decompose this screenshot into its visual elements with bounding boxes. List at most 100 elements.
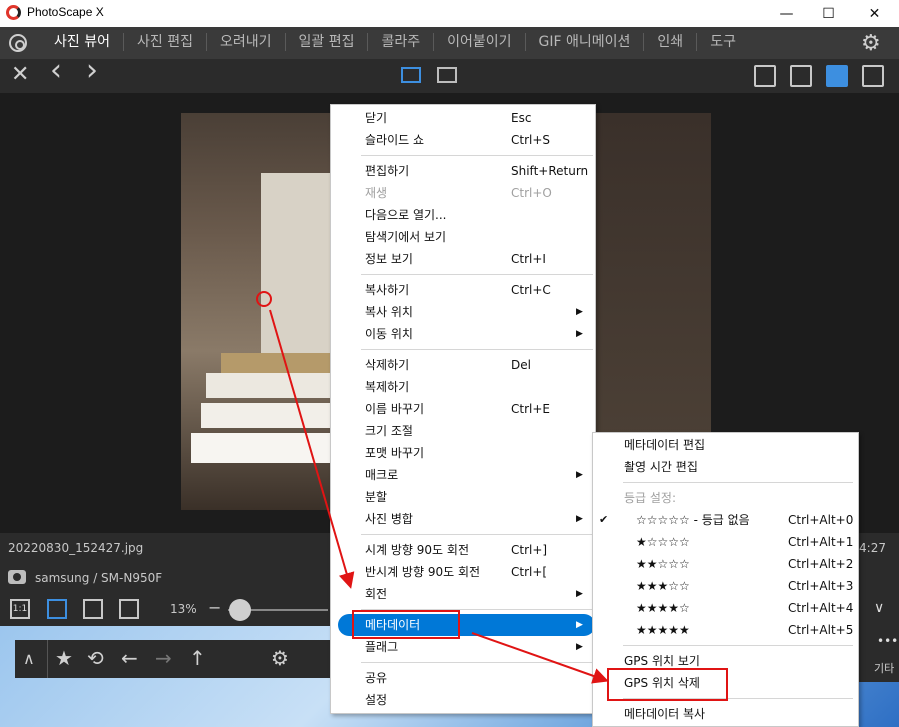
submenu-item-edit-metadata[interactable]: 메타데이터 편집 bbox=[593, 434, 858, 456]
menu-separator bbox=[361, 534, 593, 535]
chevron-down-icon[interactable]: ∨ bbox=[874, 600, 884, 616]
submenu-arrow-icon: ▶ bbox=[576, 589, 583, 599]
settings-gear-icon[interactable]: ⚙ bbox=[861, 31, 881, 56]
menu-item-rotate-ccw[interactable]: 반시계 방향 90도 회전 Ctrl+[ bbox=[331, 561, 595, 583]
submenu-item-rating-5[interactable]: ★★★★★ Ctrl+Alt+5 bbox=[593, 619, 858, 641]
menu-item-show-in-explorer[interactable]: 탐색기에서 보기 bbox=[331, 226, 595, 248]
tab-photo-editor[interactable]: 사진 편집 bbox=[124, 33, 207, 51]
more-icon[interactable]: ••• bbox=[877, 634, 898, 648]
menu-item-duplicate[interactable]: 복제하기 bbox=[331, 376, 595, 398]
annotation-box-metadata bbox=[352, 610, 460, 639]
submenu-item-rating-4[interactable]: ★★★★☆ Ctrl+Alt+4 bbox=[593, 597, 858, 619]
submenu-item-label: ★★☆☆☆ bbox=[636, 557, 690, 571]
submenu-item-edit-capture-time[interactable]: 촬영 시간 편집 bbox=[593, 456, 858, 478]
menu-separator bbox=[361, 349, 593, 350]
menu-item-label: 시계 방향 90도 회전 bbox=[365, 543, 469, 557]
search-icon[interactable] bbox=[9, 34, 27, 52]
camera-icon bbox=[8, 570, 26, 584]
menu-item-resize[interactable]: 크기 조절 bbox=[331, 420, 595, 442]
forward-arrow-icon[interactable]: → bbox=[155, 646, 172, 670]
menu-item-rotate[interactable]: 회전 ▶ bbox=[331, 583, 595, 605]
fit-width-icon[interactable] bbox=[83, 599, 103, 619]
submenu-item-label: 등급 설정: bbox=[624, 491, 677, 505]
menu-item-rotate-cw[interactable]: 시계 방향 90도 회전 Ctrl+] bbox=[331, 539, 595, 561]
menu-item-delete[interactable]: 삭제하기 Del bbox=[331, 354, 595, 376]
menu-item-label: 편집하기 bbox=[365, 164, 410, 178]
menu-item-shortcut: Esc bbox=[511, 111, 532, 125]
menu-item-share[interactable]: 공유 bbox=[331, 667, 595, 689]
back-arrow-icon[interactable]: ← bbox=[121, 646, 138, 670]
divider bbox=[47, 640, 48, 678]
other-label: 기타 bbox=[874, 662, 895, 675]
fit-window-icon[interactable] bbox=[47, 599, 67, 619]
menu-item-split[interactable]: 분할 bbox=[331, 486, 595, 508]
menu-item-open-with[interactable]: 다음으로 열기... bbox=[331, 204, 595, 226]
list-view-icon[interactable] bbox=[790, 65, 812, 87]
menu-item-shortcut: Ctrl+C bbox=[511, 283, 551, 297]
tab-combine[interactable]: 이어붙이기 bbox=[434, 33, 526, 51]
minimize-button[interactable]: — bbox=[764, 0, 809, 27]
browser-toolbar: ∧ ★ ⟲ ← → ↑ ⚙ bbox=[15, 640, 345, 678]
menu-item-label: 공유 bbox=[365, 671, 388, 685]
submenu-item-label: 메타데이터 복사 bbox=[624, 707, 706, 721]
menu-item-merge-photos[interactable]: 사진 병합 ▶ bbox=[331, 508, 595, 530]
menu-item-label: 닫기 bbox=[365, 111, 388, 125]
submenu-item-rating-none[interactable]: ✔ ☆☆☆☆☆ - 등급 없음 Ctrl+Alt+0 bbox=[593, 509, 858, 531]
tab-collage[interactable]: 콜라주 bbox=[368, 33, 435, 51]
submenu-item-copy-metadata[interactable]: 메타데이터 복사 bbox=[593, 703, 858, 725]
close-window-button[interactable]: ✕ bbox=[852, 0, 897, 27]
menu-separator bbox=[361, 662, 593, 663]
refresh-icon[interactable]: ⟲ bbox=[87, 646, 104, 670]
close-viewer-icon[interactable]: ✕ bbox=[11, 63, 29, 87]
menu-item-move-to[interactable]: 이동 위치 ▶ bbox=[331, 323, 595, 345]
menu-item-macro[interactable]: 매크로 ▶ bbox=[331, 464, 595, 486]
previous-icon[interactable]: ‹ bbox=[50, 56, 62, 86]
menu-item-shortcut: Shift+Return bbox=[511, 164, 589, 178]
fullscreen-icon[interactable] bbox=[862, 65, 884, 87]
menu-item-label: 복사 위치 bbox=[365, 305, 413, 319]
submenu-item-rating-3[interactable]: ★★★☆☆ Ctrl+Alt+3 bbox=[593, 575, 858, 597]
menu-item-copy-to[interactable]: 복사 위치 ▶ bbox=[331, 301, 595, 323]
viewer-toolbar: ✕ ‹ › bbox=[0, 56, 899, 93]
zoom-slider-handle[interactable] bbox=[229, 599, 251, 621]
maximize-button[interactable]: ☐ bbox=[806, 0, 851, 27]
split-view-icon[interactable] bbox=[437, 67, 457, 83]
menu-item-close[interactable]: 닫기 Esc bbox=[331, 107, 595, 129]
single-photo-view-icon[interactable] bbox=[826, 65, 848, 87]
menu-item-label: 복사하기 bbox=[365, 283, 410, 297]
submenu-item-rating-1[interactable]: ★☆☆☆☆ Ctrl+Alt+1 bbox=[593, 531, 858, 553]
tab-cut-out[interactable]: 오려내기 bbox=[207, 33, 286, 51]
submenu-item-shortcut: Ctrl+Alt+3 bbox=[788, 579, 854, 593]
menu-item-edit[interactable]: 편집하기 Shift+Return bbox=[331, 160, 595, 182]
fill-window-icon[interactable] bbox=[119, 599, 139, 619]
menu-item-settings[interactable]: 설정 bbox=[331, 689, 595, 711]
menu-item-label: 설정 bbox=[365, 693, 388, 707]
menu-item-slideshow[interactable]: 슬라이드 쇼 Ctrl+S bbox=[331, 129, 595, 151]
submenu-item-rating-2[interactable]: ★★☆☆☆ Ctrl+Alt+2 bbox=[593, 553, 858, 575]
menu-separator bbox=[361, 274, 593, 275]
menu-item-copy[interactable]: 복사하기 Ctrl+C bbox=[331, 279, 595, 301]
submenu-item-label: 촬영 시간 편집 bbox=[624, 460, 698, 474]
menu-item-convert-format[interactable]: 포맷 바꾸기 bbox=[331, 442, 595, 464]
menu-item-info[interactable]: 정보 보기 Ctrl+I bbox=[331, 248, 595, 270]
menu-item-flag[interactable]: 플래그 ▶ bbox=[331, 636, 595, 658]
tab-print[interactable]: 인쇄 bbox=[644, 33, 698, 51]
tab-batch[interactable]: 일괄 편집 bbox=[286, 33, 369, 51]
star-icon[interactable]: ★ bbox=[55, 646, 73, 670]
grid-view-icon[interactable] bbox=[754, 65, 776, 87]
submenu-arrow-icon: ▶ bbox=[576, 514, 583, 524]
zoom-value: 13% bbox=[170, 602, 197, 616]
tab-gif[interactable]: GIF 애니메이션 bbox=[526, 33, 645, 51]
tab-tools[interactable]: 도구 bbox=[697, 33, 749, 51]
next-icon[interactable]: › bbox=[86, 56, 98, 86]
tab-photo-viewer[interactable]: 사진 뷰어 bbox=[41, 33, 124, 51]
zoom-out-icon[interactable]: − bbox=[208, 598, 221, 617]
menu-item-rename[interactable]: 이름 바꾸기 Ctrl+E bbox=[331, 398, 595, 420]
up-arrow-icon[interactable]: ↑ bbox=[189, 646, 206, 670]
chevron-up-icon[interactable]: ∧ bbox=[23, 649, 35, 668]
menu-item-play[interactable]: 재생 Ctrl+O bbox=[331, 182, 595, 204]
single-view-icon[interactable] bbox=[401, 67, 421, 83]
gear-icon[interactable]: ⚙ bbox=[271, 646, 289, 670]
submenu-item-shortcut: Ctrl+Alt+4 bbox=[788, 601, 854, 615]
actual-size-button[interactable]: 1:1 bbox=[10, 599, 30, 619]
